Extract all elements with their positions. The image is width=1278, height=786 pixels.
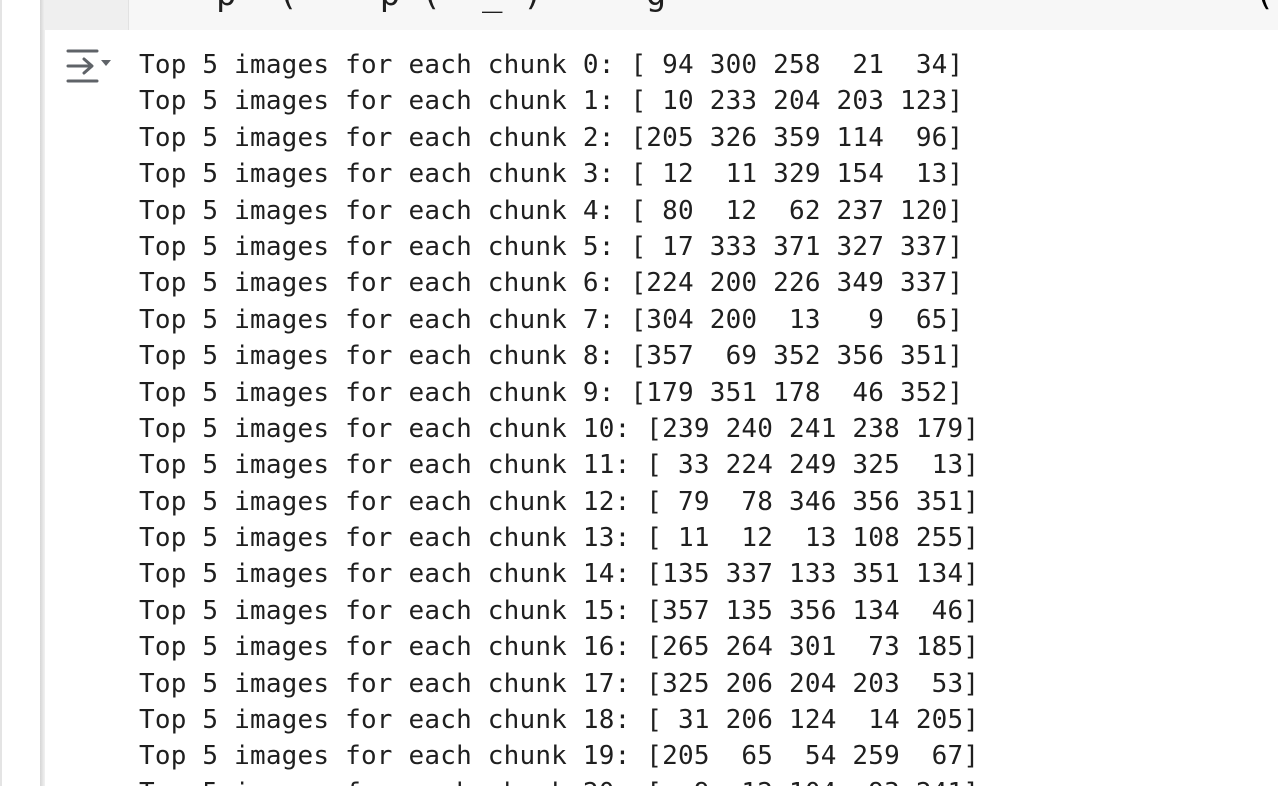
- output-line: Top 5 images for each chunk 14: [135 337…: [139, 559, 980, 590]
- output-line: Top 5 images for each chunk 20: [ 9 12 1…: [139, 775, 979, 786]
- output-line: Top 5 images for each chunk 17: [325 206…: [139, 668, 980, 699]
- output-line: Top 5 images for each chunk 18: [ 31 206…: [139, 705, 980, 736]
- output-line: Top 5 images for each chunk 16: [265 264…: [139, 632, 980, 663]
- output-line: Top 5 images for each chunk 5: [ 17 333 …: [139, 231, 964, 262]
- sidebar-divider: [0, 0, 2, 786]
- output-line: Top 5 images for each chunk 2: [205 326 …: [139, 122, 964, 153]
- output-text-list: Top 5 images for each chunk 0: [ 94 300 …: [139, 47, 979, 786]
- output-line: Top 5 images for each chunk 19: [205 65 …: [139, 741, 980, 772]
- code-cell[interactable]: p ( p ( _ ) g ( ): [45, 0, 1278, 30]
- output-line: Top 5 images for each chunk 15: [357 135…: [139, 595, 980, 626]
- output-area: Top 5 images for each chunk 0: [ 94 300 …: [45, 30, 1278, 786]
- output-line: Top 5 images for each chunk 11: [ 33 224…: [139, 450, 980, 481]
- output-line: Top 5 images for each chunk 12: [ 79 78 …: [139, 486, 980, 517]
- notebook-page: p ( p ( _ ) g ( ) Top 5 images for each …: [0, 0, 1278, 786]
- output-line: Top 5 images for each chunk 13: [ 11 12 …: [139, 523, 980, 554]
- output-line: Top 5 images for each chunk 4: [ 80 12 6…: [139, 195, 964, 226]
- output-line: Top 5 images for each chunk 10: [239 240…: [139, 413, 980, 444]
- output-line: Top 5 images for each chunk 6: [224 200 …: [139, 268, 964, 299]
- output-line: Top 5 images for each chunk 1: [ 10 233 …: [139, 86, 964, 117]
- output-line: Top 5 images for each chunk 8: [357 69 3…: [139, 341, 964, 372]
- code-line-partial: p ( p ( _ ) g: [175, 0, 666, 14]
- output-line: Top 5 images for each chunk 7: [304 200 …: [139, 304, 964, 335]
- output-line: Top 5 images for each chunk 0: [ 94 300 …: [139, 50, 964, 80]
- code-line-tail: ( ): [1213, 0, 1278, 14]
- output-collapse-icon[interactable]: [65, 48, 113, 84]
- output-line: Top 5 images for each chunk 9: [179 351 …: [139, 377, 964, 408]
- code-cell-gutter: [45, 0, 129, 30]
- output-line: Top 5 images for each chunk 3: [ 12 11 3…: [139, 159, 964, 190]
